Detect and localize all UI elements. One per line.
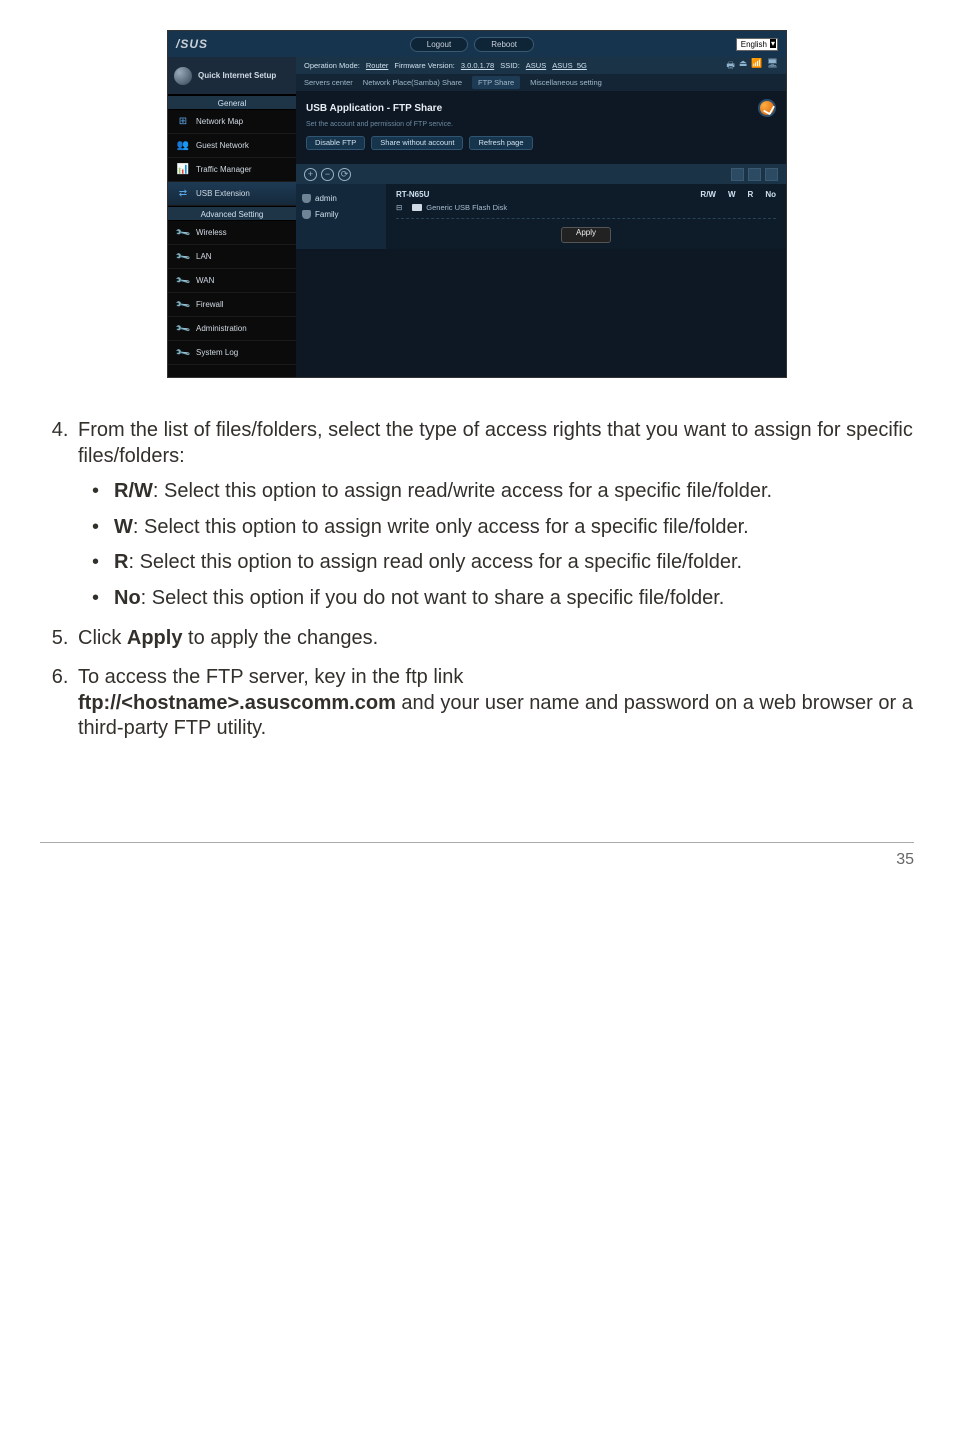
drive-icon xyxy=(412,204,422,211)
page-footer: 35 xyxy=(40,842,914,869)
sidebar-item-traffic-manager[interactable]: 📊Traffic Manager xyxy=(168,158,296,182)
asus-logo: /SUS xyxy=(176,37,208,51)
page-number: 35 xyxy=(896,851,914,868)
usb-extension-icon: ⇄ xyxy=(176,187,190,201)
sidebar-item-system-log[interactable]: 🔧System Log xyxy=(168,341,296,365)
col-w: W xyxy=(728,190,736,199)
wrench-icon: 🔧 xyxy=(173,223,192,242)
col-rw: R/W xyxy=(700,190,716,199)
sidebar-item-qis[interactable]: Quick Internet Setup xyxy=(168,57,296,95)
ssid-link-2[interactable]: ASUS_5G xyxy=(552,61,587,70)
option-no: No: Select this option if you do not wan… xyxy=(108,586,914,612)
qis-label: Quick Internet Setup xyxy=(198,71,276,80)
network-map-icon: ⊞ xyxy=(176,115,190,129)
pc-icon: 🖥 xyxy=(767,58,778,74)
user-icon xyxy=(302,210,311,219)
usb-status-icon: ⏏ xyxy=(739,58,748,74)
content-panel: Operation Mode: Router Firmware Version:… xyxy=(296,57,786,377)
sidebar-item-wireless[interactable]: 🔧Wireless xyxy=(168,221,296,245)
ssid-link-1[interactable]: ASUS xyxy=(526,61,546,70)
divider xyxy=(396,218,776,219)
user-list: admin Family xyxy=(296,184,386,249)
guest-network-icon: 👥 xyxy=(176,139,190,153)
sidebar-head-general: General xyxy=(168,95,296,110)
tab-bar: Servers center Network Place(Samba) Shar… xyxy=(296,74,786,91)
tab-ftp-share[interactable]: FTP Share xyxy=(472,76,520,89)
add-account-button[interactable]: + xyxy=(304,168,317,181)
sidebar-item-wan[interactable]: 🔧WAN xyxy=(168,269,296,293)
logout-button[interactable]: Logout xyxy=(410,37,468,52)
user-row[interactable]: Family xyxy=(302,206,380,222)
wrench-icon: 🔧 xyxy=(173,271,192,290)
wrench-icon: 🔧 xyxy=(173,319,192,338)
sidebar-item-administration[interactable]: 🔧Administration xyxy=(168,317,296,341)
ftp-service-icon xyxy=(758,99,776,117)
account-toolbar: + − ⟳ xyxy=(296,164,786,184)
sidebar-item-firewall[interactable]: 🔧Firewall xyxy=(168,293,296,317)
operation-mode-link[interactable]: Router xyxy=(366,61,389,70)
panel-subtitle: Set the account and permission of FTP se… xyxy=(306,121,776,128)
panel-title: USB Application - FTP Share xyxy=(306,103,442,114)
option-rw: R/W: Select this option to assign read/w… xyxy=(108,479,914,505)
sidebar-item-lan[interactable]: 🔧LAN xyxy=(168,245,296,269)
sidebar-item-guest-network[interactable]: 👥Guest Network xyxy=(168,134,296,158)
reboot-button[interactable]: Reboot xyxy=(474,37,534,52)
user-icon xyxy=(302,194,311,203)
share-without-account-button[interactable]: Share without account xyxy=(371,136,463,150)
refresh-page-button[interactable]: Refresh page xyxy=(469,136,532,150)
toolbar-action-icon[interactable] xyxy=(731,168,744,181)
apply-button[interactable]: Apply xyxy=(561,227,611,243)
step-5: Click Apply to apply the changes. xyxy=(74,626,914,652)
remove-account-button[interactable]: − xyxy=(321,168,334,181)
user-row[interactable]: admin xyxy=(302,190,380,206)
option-w: W: Select this option to assign write on… xyxy=(108,515,914,541)
topbar: /SUS Logout Reboot English xyxy=(168,31,786,57)
router-admin-screenshot: /SUS Logout Reboot English Quick Interne… xyxy=(167,30,787,378)
share-panel: RT-N65U R/W W R No ⊟Generic USB Flash Di… xyxy=(386,184,786,249)
sidebar-head-advanced: Advanced Setting xyxy=(168,206,296,221)
toolbar-action-icon[interactable] xyxy=(765,168,778,181)
tab-servers-center[interactable]: Servers center xyxy=(304,78,353,87)
col-r: R xyxy=(748,190,754,199)
tab-samba-share[interactable]: Network Place(Samba) Share xyxy=(363,78,462,87)
printer-icon: 🖶 xyxy=(726,58,735,74)
step-4: From the list of files/folders, select t… xyxy=(74,418,914,612)
sidebar: Quick Internet Setup General ⊞Network Ma… xyxy=(168,57,296,377)
instruction-list: From the list of files/folders, select t… xyxy=(40,418,914,742)
status-bar: Operation Mode: Router Firmware Version:… xyxy=(296,57,786,74)
col-no: No xyxy=(765,190,776,199)
wifi-icon: 📶 xyxy=(751,58,762,74)
drive-row[interactable]: ⊟Generic USB Flash Disk xyxy=(396,203,776,212)
traffic-manager-icon: 📊 xyxy=(176,163,190,177)
disable-ftp-button[interactable]: Disable FTP xyxy=(306,136,365,150)
wrench-icon: 🔧 xyxy=(173,343,192,362)
edit-account-button[interactable]: ⟳ xyxy=(338,168,351,181)
toolbar-action-icon[interactable] xyxy=(748,168,761,181)
wrench-icon: 🔧 xyxy=(173,295,192,314)
option-r: R: Select this option to assign read onl… xyxy=(108,550,914,576)
wrench-icon: 🔧 xyxy=(173,247,192,266)
sidebar-item-usb-extension[interactable]: ⇄USB Extension xyxy=(168,182,296,206)
globe-icon xyxy=(174,67,192,85)
firmware-version-link[interactable]: 3.0.0.1.78 xyxy=(461,61,494,70)
device-name: RT-N65U xyxy=(396,190,429,199)
language-select[interactable]: English xyxy=(736,38,778,51)
sidebar-item-network-map[interactable]: ⊞Network Map xyxy=(168,110,296,134)
step-6: To access the FTP server, key in the ftp… xyxy=(74,665,914,742)
tab-misc-setting[interactable]: Miscellaneous setting xyxy=(530,78,602,87)
